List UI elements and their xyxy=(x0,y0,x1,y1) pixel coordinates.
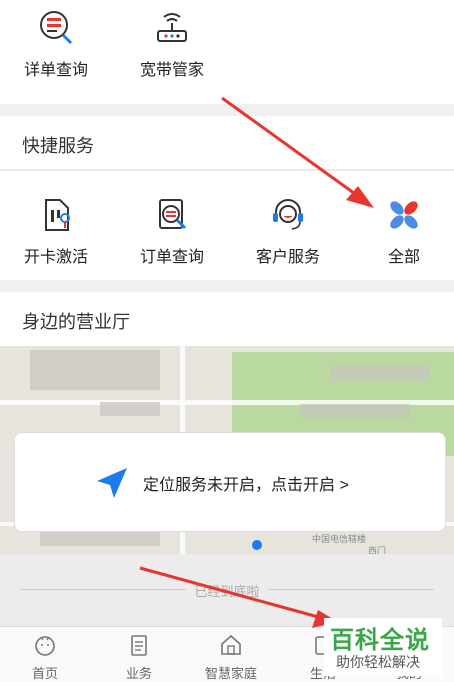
nearby-hall-title: 身边的营业厅 xyxy=(22,312,130,332)
quick-services-title: 快捷服务 xyxy=(22,136,94,156)
current-location-dot xyxy=(252,540,262,550)
quick-services-header: 快捷服务 xyxy=(0,116,454,170)
quick-item-all[interactable]: 全部 xyxy=(354,195,454,267)
quick-item-label: 开卡激活 xyxy=(23,249,88,266)
map-blur-block xyxy=(300,404,410,418)
map-blur-block xyxy=(330,366,430,382)
tab-label: 智慧家庭 xyxy=(204,666,257,681)
location-prompt-text[interactable]: 定位服务未开启，点击开启 > xyxy=(143,471,349,495)
petals-icon xyxy=(354,195,454,235)
watermark-title: 百科全说 xyxy=(330,627,430,654)
quick-item-label: 全部 xyxy=(387,249,420,266)
bill-search-icon xyxy=(6,8,106,48)
watermark-logo: 百科全说 助你轻松解决 xyxy=(324,618,442,676)
list-end-text: 已经到底啦 xyxy=(186,584,268,599)
navigation-arrow-icon xyxy=(95,466,129,505)
location-prompt-card[interactable]: 定位服务未开启，点击开启 > xyxy=(14,432,446,532)
map-label: 西门 xyxy=(368,546,387,554)
home-face-icon xyxy=(0,633,90,657)
tab-smart-home[interactable]: 智慧家庭 xyxy=(186,633,276,682)
order-search-icon xyxy=(122,195,222,235)
watermark-subtitle: 助你轻松解决 xyxy=(336,654,420,670)
tab-home[interactable]: 首页 xyxy=(0,633,90,682)
quick-item-order-query[interactable]: 订单查询 xyxy=(122,195,222,267)
clipboard-icon xyxy=(94,633,184,657)
top-services-card: 详单查询 宽带管家 xyxy=(0,0,454,104)
service-bill-details[interactable]: 详单查询 xyxy=(6,8,106,80)
quick-item-activate-card[interactable]: 开卡激活 xyxy=(6,195,106,267)
headset-icon xyxy=(238,195,338,235)
list-end-area: 已经到底啦 xyxy=(0,554,454,626)
quick-services-grid: 开卡激活 订单查询 客户服务 全部 xyxy=(0,171,454,280)
quick-item-customer-service[interactable]: 客户服务 xyxy=(238,195,338,267)
service-broadband[interactable]: 宽带管家 xyxy=(122,8,222,80)
service-label: 宽带管家 xyxy=(139,62,204,79)
tab-label: 业务 xyxy=(125,666,152,681)
tab-business[interactable]: 业务 xyxy=(94,633,184,682)
tab-label: 首页 xyxy=(31,666,58,681)
quick-item-label: 客户服务 xyxy=(255,249,320,266)
house-icon xyxy=(186,633,276,657)
map-label: 中国电信辖楼 xyxy=(312,534,367,544)
map-blur-block xyxy=(30,350,160,390)
sim-card-icon xyxy=(6,195,106,235)
quick-item-label: 订单查询 xyxy=(139,249,204,266)
router-icon xyxy=(122,8,222,48)
list-end-wrapper: 已经到底啦 xyxy=(0,581,454,600)
nearby-hall-header: 身边的营业厅 xyxy=(0,292,454,346)
service-label: 详单查询 xyxy=(23,62,88,79)
map-blur-block xyxy=(100,402,160,416)
